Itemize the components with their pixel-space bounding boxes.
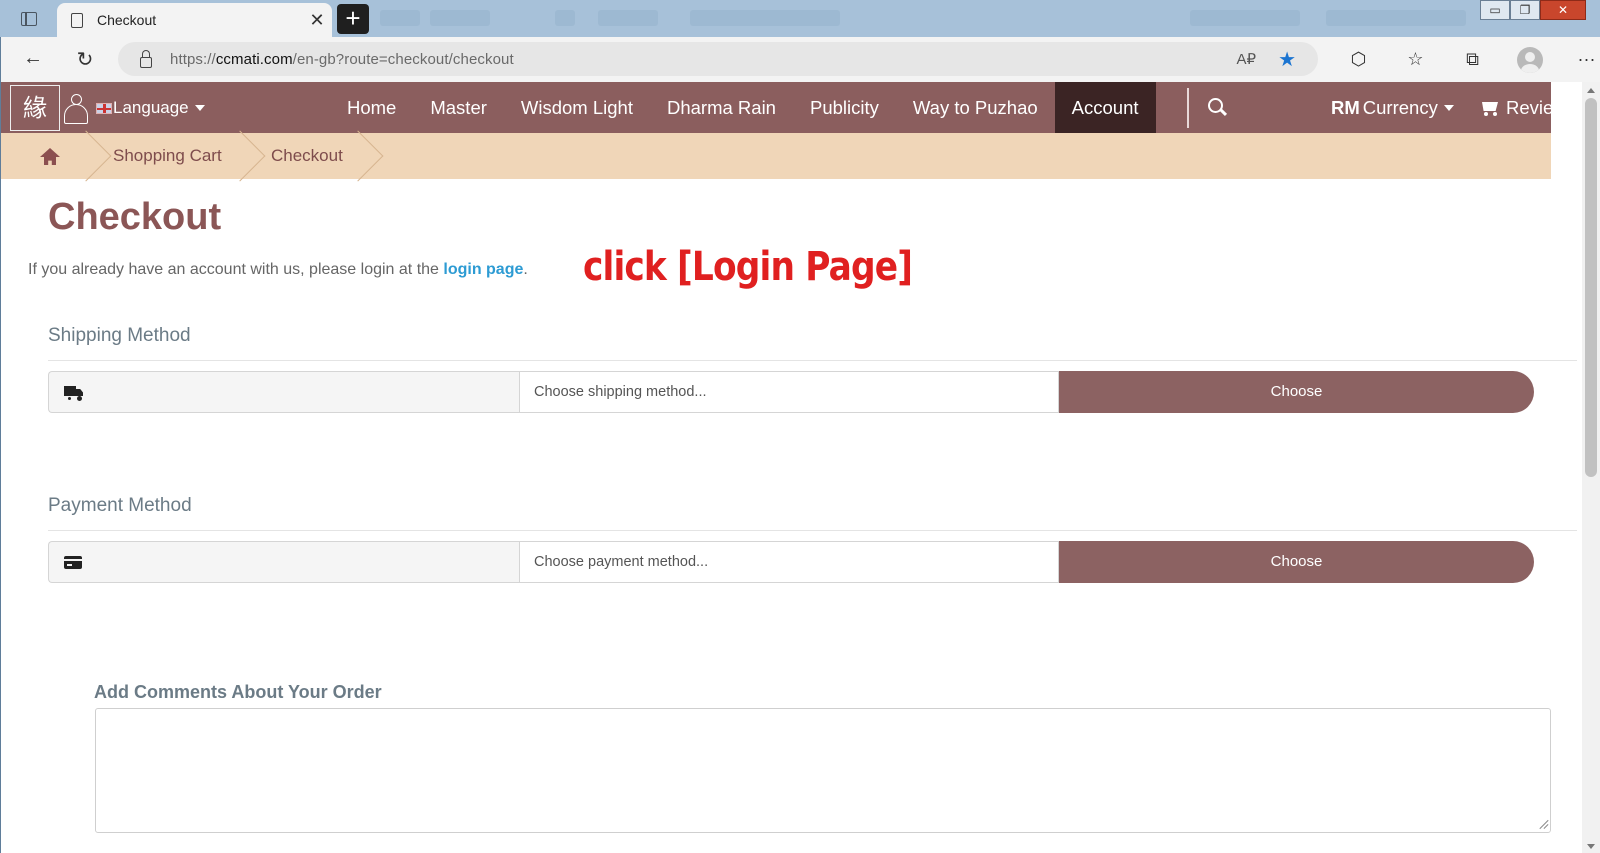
favorite-star-icon[interactable]: ★ [1278,47,1296,72]
main-menu: Home Master Wisdom Light Dharma Rain Pub… [330,82,1156,133]
address-bar[interactable]: https://ccmati.com/en-gb?route=checkout/… [118,42,1318,76]
tab-title: Checkout [97,12,157,28]
menu-item-home[interactable]: Home [330,82,413,133]
scrollbar-thumb[interactable] [1585,98,1597,477]
site-navbar: 緣 Language Home Master Wisdom Light Dhar… [0,82,1567,133]
login-page-link[interactable]: login page [443,261,523,278]
window-controls: ▭ ❐ ✕ [1480,0,1586,22]
uk-flag-icon [96,102,112,114]
search-icon[interactable] [1208,98,1228,118]
resize-grip-icon[interactable] [1538,819,1548,829]
scroll-up-icon[interactable] [1587,88,1595,93]
page-icon [71,12,83,28]
credit-card-icon [64,556,82,569]
breadcrumb-separator [214,130,266,182]
bell-logo-icon [62,90,90,126]
refresh-icon[interactable]: ↻ [60,47,110,72]
home-icon[interactable] [40,148,60,166]
scroll-down-icon[interactable] [1587,844,1595,849]
background-window-blur [430,10,490,26]
menu-item-account[interactable]: Account [1054,82,1156,133]
shipping-method-group: Choose shipping method... Choose [48,371,1534,413]
menu-item-publicity[interactable]: Publicity [793,82,896,133]
currency-dropdown[interactable]: RM Currency [1331,97,1454,119]
favorites-icon[interactable]: ☆ [1387,49,1444,70]
language-dropdown[interactable]: Language [96,98,205,118]
caret-down-icon [1443,105,1454,111]
login-notice: If you already have an account with us, … [28,261,528,278]
background-window-blur [1190,10,1300,26]
background-window-blur [380,10,420,26]
read-aloud-icon[interactable]: A₽ [1237,50,1257,68]
review-label: Review [1506,97,1567,118]
background-window-blur [555,10,575,26]
order-comments-textarea[interactable] [95,708,1551,833]
browser-tools: ⬡ ☆ ⧉ ··· [1330,37,1600,82]
restore-button[interactable]: ❐ [1510,0,1540,20]
tab-actions-icon[interactable] [14,9,44,29]
profile-icon[interactable] [1501,46,1558,73]
payment-addon [48,541,519,583]
menu-item-master[interactable]: Master [413,82,504,133]
menu-item-way-to-puzhao[interactable]: Way to Puzhao [896,82,1055,133]
browser-tab-strip: Checkout ✕ + ▭ ❐ ✕ [0,0,1600,37]
seal-logo-icon: 緣 [10,85,60,131]
language-label: Language [113,98,189,117]
menu-item-dharma-rain[interactable]: Dharma Rain [650,82,793,133]
caret-down-icon [194,105,205,111]
breadcrumb-separator [332,130,384,182]
currency-symbol: RM [1331,97,1360,118]
breadcrumb-separator [60,130,112,182]
background-window-blur [690,10,840,26]
choose-payment-button[interactable]: Choose [1059,541,1534,583]
background-window-blur [1326,10,1466,26]
close-window-button[interactable]: ✕ [1540,0,1586,20]
browser-toolbar: ← ↻ https://ccmati.com/en-gb?route=check… [0,37,1600,82]
menu-item-wisdom-light[interactable]: Wisdom Light [504,82,650,133]
cart-review-link[interactable]: Review [1480,97,1567,119]
page-scrollbar[interactable] [1582,82,1600,853]
lock-icon[interactable] [140,49,152,68]
url-text[interactable]: https://ccmati.com/en-gb?route=checkout/… [170,51,514,68]
choose-shipping-button[interactable]: Choose [1059,371,1534,413]
shipping-method-input[interactable]: Choose shipping method... [519,371,1059,413]
browser-tab-checkout[interactable]: Checkout ✕ [57,3,332,37]
section-divider [48,530,1577,531]
payment-method-group: Choose payment method... Choose [48,541,1534,583]
breadcrumb-shopping-cart[interactable]: Shopping Cart [113,146,222,166]
more-icon[interactable]: ··· [1558,49,1600,70]
comments-label: Add Comments About Your Order [94,682,382,702]
payment-method-input[interactable]: Choose payment method... [519,541,1059,583]
site-logo[interactable]: 緣 [10,85,90,131]
payment-method-heading: Payment Method [48,495,192,516]
breadcrumb: Shopping Cart Checkout [0,130,1551,182]
shipping-method-heading: Shipping Method [48,325,191,346]
currency-label: Currency [1362,97,1438,118]
shipping-addon [48,371,519,413]
section-divider [48,360,1577,361]
tutorial-annotation: click [Login Page] [583,244,913,290]
collections-icon[interactable]: ⧉ [1444,49,1501,70]
truck-wheels-icon [67,396,72,401]
new-tab-button[interactable]: + [337,4,369,34]
back-icon[interactable]: ← [8,47,58,70]
window-border [0,37,1,853]
background-window-blur [598,10,658,26]
close-tab-icon[interactable]: ✕ [302,10,332,31]
minimize-button[interactable]: ▭ [1480,0,1510,20]
page-title: Checkout [48,196,222,238]
extensions-icon[interactable]: ⬡ [1330,49,1387,70]
menu-divider [1187,88,1189,128]
cart-icon [1480,100,1500,116]
